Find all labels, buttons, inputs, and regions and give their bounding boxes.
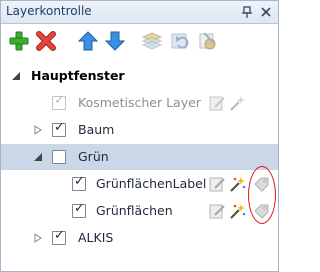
layers-icon[interactable] bbox=[141, 30, 163, 52]
layer-label: Kosmetischer Layer bbox=[78, 95, 201, 110]
tree-item-gruen[interactable]: Grün bbox=[1, 144, 278, 170]
layer-label: Grün bbox=[78, 149, 109, 164]
panel-title: Layerkontrolle bbox=[6, 4, 92, 18]
root-label: Hauptfenster bbox=[31, 68, 125, 83]
edit-icon[interactable] bbox=[208, 94, 226, 112]
checkbox[interactable]: ✓ bbox=[52, 94, 66, 110]
layer-label: Grünflächen bbox=[96, 203, 173, 218]
move-up-icon[interactable] bbox=[77, 30, 99, 52]
magic-wand-icon[interactable] bbox=[228, 175, 246, 193]
style-icon[interactable] bbox=[196, 30, 218, 52]
collapse-icon[interactable] bbox=[33, 152, 43, 162]
tree-item-gruenflaechenlabel[interactable]: ✓ GrünflächenLabel bbox=[1, 171, 278, 197]
collapse-icon[interactable] bbox=[11, 71, 21, 81]
title-bar: Layerkontrolle bbox=[1, 1, 278, 24]
annotation-highlight bbox=[248, 166, 276, 224]
checkbox[interactable]: ✓ bbox=[72, 175, 86, 191]
tree-item-kosmetischer-layer[interactable]: ✓ Kosmetischer Layer bbox=[1, 90, 278, 116]
tree-item-alkis[interactable]: ✓ ALKIS bbox=[1, 225, 278, 251]
pin-icon[interactable] bbox=[239, 4, 255, 20]
magic-wand-icon[interactable] bbox=[228, 94, 246, 112]
magic-wand-icon[interactable] bbox=[228, 202, 246, 220]
move-down-icon[interactable] bbox=[104, 30, 126, 52]
checkbox[interactable]: ✓ bbox=[52, 229, 66, 245]
tree-item-baum[interactable]: ✓ Baum bbox=[1, 117, 278, 143]
layer-control-panel: Layerkontrolle Hauptfenster ✓ Kosmetisch… bbox=[0, 0, 279, 272]
layer-tree: Hauptfenster ✓ Kosmetischer Layer ✓ Baum… bbox=[1, 61, 278, 271]
tree-item-gruenflaechen[interactable]: ✓ Grünflächen bbox=[1, 198, 278, 224]
layer-label: Baum bbox=[78, 122, 115, 137]
toolbar bbox=[1, 24, 278, 58]
expand-icon[interactable] bbox=[33, 233, 43, 243]
checkbox[interactable]: ✓ bbox=[52, 121, 66, 137]
add-layer-icon[interactable] bbox=[8, 30, 30, 52]
layer-label: ALKIS bbox=[78, 230, 114, 245]
edit-icon[interactable] bbox=[208, 202, 226, 220]
tree-root[interactable]: Hauptfenster bbox=[1, 63, 278, 89]
remove-layer-icon[interactable] bbox=[35, 30, 57, 52]
layer-label: GrünflächenLabel bbox=[96, 176, 207, 191]
expand-icon[interactable] bbox=[33, 125, 43, 135]
refresh-icon[interactable] bbox=[169, 30, 191, 52]
checkbox[interactable]: ✓ bbox=[72, 202, 86, 218]
close-icon[interactable] bbox=[258, 4, 274, 20]
edit-icon[interactable] bbox=[208, 175, 226, 193]
checkbox[interactable] bbox=[52, 150, 66, 164]
